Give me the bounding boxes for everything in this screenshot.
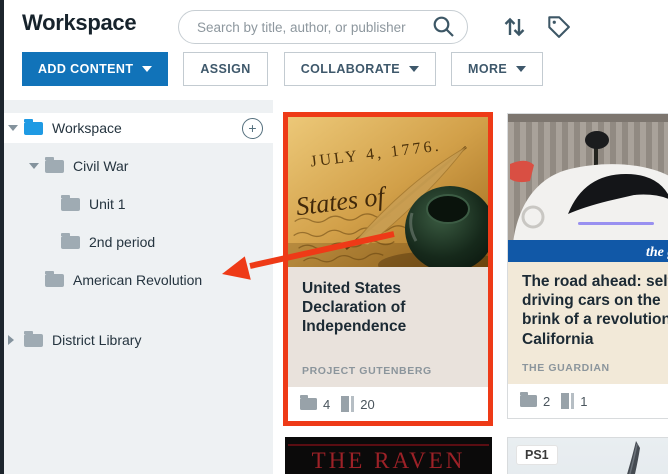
card-cover-image-declaration: JULY 4, 1776. States of (288, 117, 488, 267)
folder-icon (24, 330, 43, 347)
window-edge-strip (0, 0, 4, 474)
sidebar-item-workspace[interactable]: Workspace + (4, 113, 273, 143)
tag-icon[interactable] (545, 13, 573, 41)
card-ps1-feather[interactable]: PS1 (507, 437, 668, 474)
card-the-raven[interactable]: THE RAVEN (285, 437, 492, 474)
collaborate-label: COLLABORATE (300, 62, 401, 76)
folder-icon (45, 156, 64, 173)
sidebar-item-label: Workspace (52, 120, 122, 136)
triangle-down-icon (29, 163, 39, 169)
poster-title: THE RAVEN (311, 448, 466, 473)
expander-district-library[interactable] (8, 335, 24, 345)
text-count-icon (341, 396, 355, 412)
text-count-icon (561, 393, 575, 409)
more-label: MORE (468, 62, 508, 76)
sidebar-item-unit-1[interactable]: Unit 1 (4, 189, 273, 219)
toolbar: ADD CONTENT ASSIGN COLLABORATE MORE (22, 52, 544, 86)
card-stats: 2 1 (508, 384, 668, 418)
lidar-dome-shape (585, 131, 609, 149)
triangle-down-icon (8, 125, 18, 131)
expander-workspace[interactable] (8, 125, 24, 131)
highlight-red-border: JULY 4, 1776. States of United States De… (283, 112, 493, 426)
card-publisher: THE GUARDIAN (522, 362, 610, 374)
sidebar-item-label: Unit 1 (89, 196, 126, 212)
card-declaration-of-independence[interactable]: JULY 4, 1776. States of United States De… (288, 117, 488, 421)
sidebar-item-label: American Revolution (73, 272, 203, 288)
search-bar[interactable] (178, 10, 468, 44)
folder-icon (61, 232, 80, 249)
card-body: United States Declaration of Independenc… (288, 267, 488, 387)
sidebar-item-american-revolution[interactable]: American Revolution (4, 265, 273, 295)
more-button[interactable]: MORE (451, 52, 544, 86)
sidebar-item-2nd-period[interactable]: 2nd period (4, 227, 273, 257)
card-cover-image-car: the guardian (508, 114, 668, 262)
folder-count-icon (520, 392, 537, 407)
add-content-label: ADD CONTENT (38, 62, 134, 76)
page-title: Workspace (22, 10, 137, 35)
sidebar-item-district-library[interactable]: District Library (4, 325, 273, 355)
search-input[interactable] (195, 18, 431, 36)
text-count: 1 (580, 393, 588, 409)
sidebar-item-label: Civil War (73, 158, 129, 174)
sort-icon[interactable] (500, 13, 528, 41)
content-grid: JULY 4, 1776. States of United States De… (273, 100, 668, 474)
card-title: The road ahead: self-driving cars on the… (522, 273, 668, 348)
folder-tree-sidebar: Workspace + Civil War Unit 1 2nd period … (4, 100, 273, 474)
header: Workspace ADD CONTENT ASSIGN COLLABORAT (4, 0, 668, 100)
assign-button[interactable]: ASSIGN (183, 52, 268, 86)
sidebar-item-civil-war[interactable]: Civil War (4, 151, 273, 181)
card-stats: 4 20 (288, 387, 488, 421)
car-taillight-shape (510, 160, 534, 183)
text-count: 20 (360, 396, 375, 412)
sidebar-item-label: 2nd period (89, 234, 156, 250)
card-road-ahead[interactable]: the guardian The road ahead: self-drivin… (508, 114, 668, 418)
caret-down-icon (409, 66, 420, 72)
poster-rule (288, 444, 489, 446)
guardian-banner-text: the guardian (646, 245, 668, 260)
folder-count: 4 (323, 396, 331, 412)
ps1-badge: PS1 (516, 445, 558, 465)
search-icon[interactable] (431, 14, 457, 40)
card-body: The road ahead: self-driving cars on the… (508, 262, 668, 384)
card-road-ahead-wrap: the guardian The road ahead: self-drivin… (507, 113, 668, 419)
folder-count-icon (300, 395, 317, 410)
folder-icon (61, 194, 80, 211)
assign-label: ASSIGN (200, 62, 251, 76)
expander-civil-war[interactable] (29, 163, 45, 169)
folder-icon (45, 270, 64, 287)
caret-down-icon (142, 66, 153, 72)
triangle-right-icon (8, 335, 14, 345)
add-content-button[interactable]: ADD CONTENT (22, 52, 169, 86)
card-title: United States Declaration of Independenc… (302, 280, 407, 336)
collaborate-button[interactable]: COLLABORATE (283, 52, 437, 86)
folder-count: 2 (543, 393, 551, 409)
guardian-banner (508, 240, 668, 262)
folder-icon (24, 118, 43, 135)
card-publisher: PROJECT GUTENBERG (302, 365, 432, 377)
caret-down-icon (516, 66, 527, 72)
add-folder-button[interactable]: + (242, 117, 263, 139)
sidebar-item-label: District Library (52, 332, 142, 348)
